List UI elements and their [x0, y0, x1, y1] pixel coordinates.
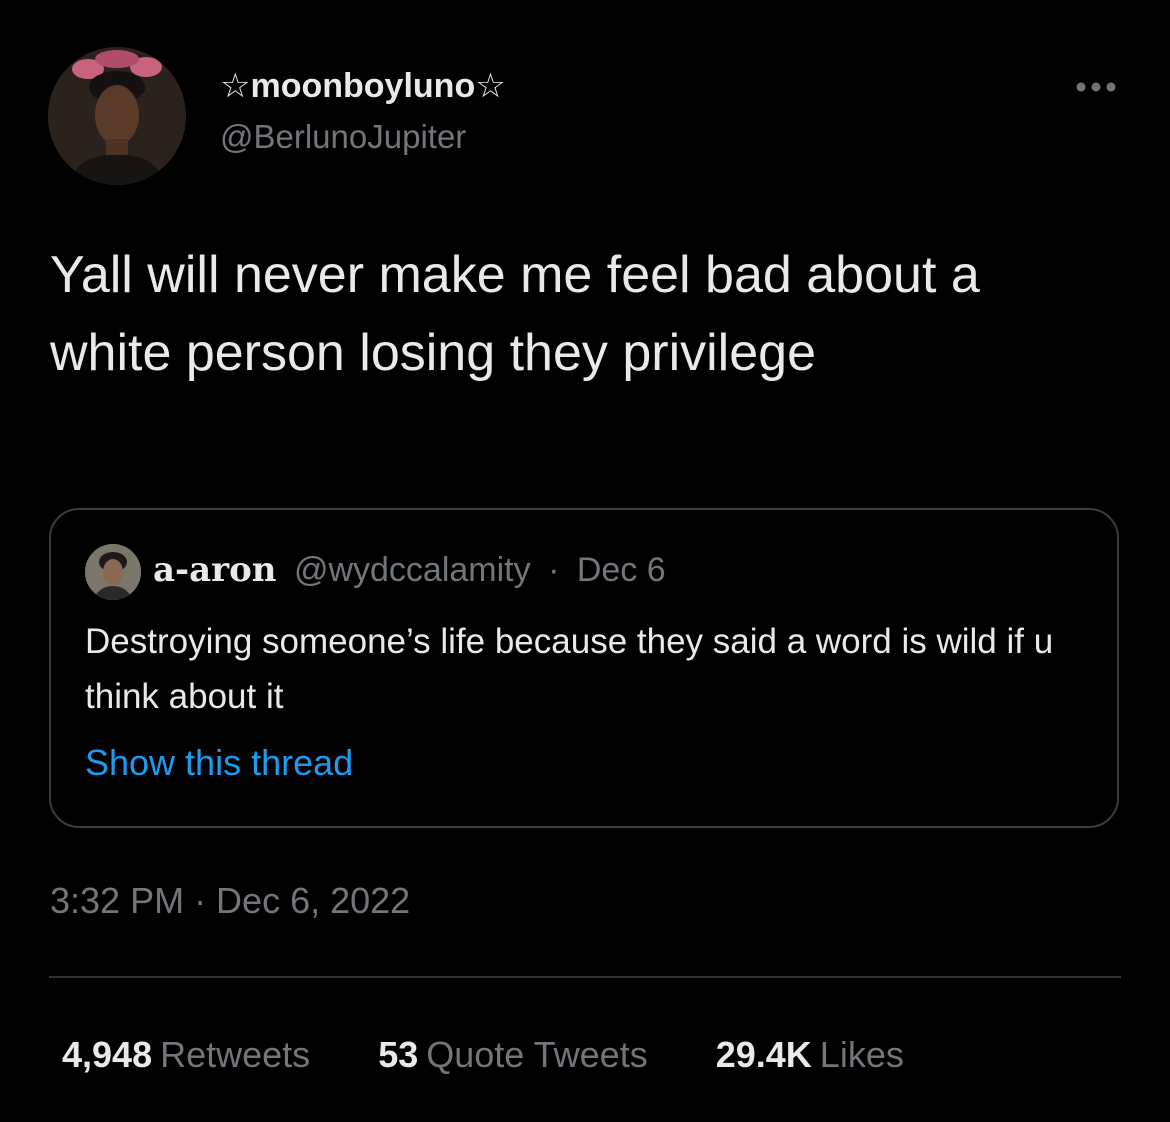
- quoted-separator: ·: [548, 551, 560, 589]
- tweet-timestamp[interactable]: 3:32 PM · Dec 6, 2022: [50, 880, 410, 922]
- author-avatar[interactable]: [48, 47, 186, 185]
- tweet-stats: 4,948 Retweets 53 Quote Tweets 29.4K Likes: [62, 1034, 962, 1076]
- retweets-label: Retweets: [160, 1034, 311, 1075]
- quoted-tweet-header: a-aron @wydccalamity · Dec 6: [153, 550, 666, 590]
- quoted-author-name[interactable]: a-aron: [153, 550, 276, 590]
- quoted-author-handle[interactable]: @wydccalamity: [294, 551, 531, 589]
- quote-tweets-count: 53: [378, 1034, 419, 1075]
- retweets-count: 4,948: [62, 1034, 153, 1075]
- author-avatar-image: [48, 47, 186, 185]
- author-handle[interactable]: @BerlunoJupiter: [220, 118, 466, 156]
- author-display-name[interactable]: ☆moonboyluno☆: [220, 66, 506, 106]
- quoted-tweet-text: Destroying someone’s life because they s…: [85, 622, 1054, 716]
- likes-count: 29.4K: [715, 1034, 812, 1075]
- quoted-author-avatar-image: [85, 544, 141, 600]
- show-thread-link[interactable]: Show this thread: [85, 742, 353, 784]
- retweets-stat[interactable]: 4,948 Retweets: [62, 1034, 310, 1076]
- quote-tweets-stat[interactable]: 53 Quote Tweets: [378, 1034, 648, 1076]
- quoted-date[interactable]: Dec 6: [577, 551, 666, 589]
- stats-divider: [49, 976, 1121, 978]
- tweet-text: Yall will never make me feel bad about a…: [50, 246, 980, 382]
- quoted-author-avatar[interactable]: [85, 544, 141, 600]
- quote-tweets-label: Quote Tweets: [426, 1034, 648, 1075]
- likes-label: Likes: [819, 1034, 904, 1075]
- quoted-tweet-card[interactable]: a-aron @wydccalamity · Dec 6 Destroying …: [49, 508, 1119, 828]
- more-horizontal-icon[interactable]: [1072, 76, 1120, 98]
- likes-stat[interactable]: 29.4K Likes: [716, 1034, 904, 1076]
